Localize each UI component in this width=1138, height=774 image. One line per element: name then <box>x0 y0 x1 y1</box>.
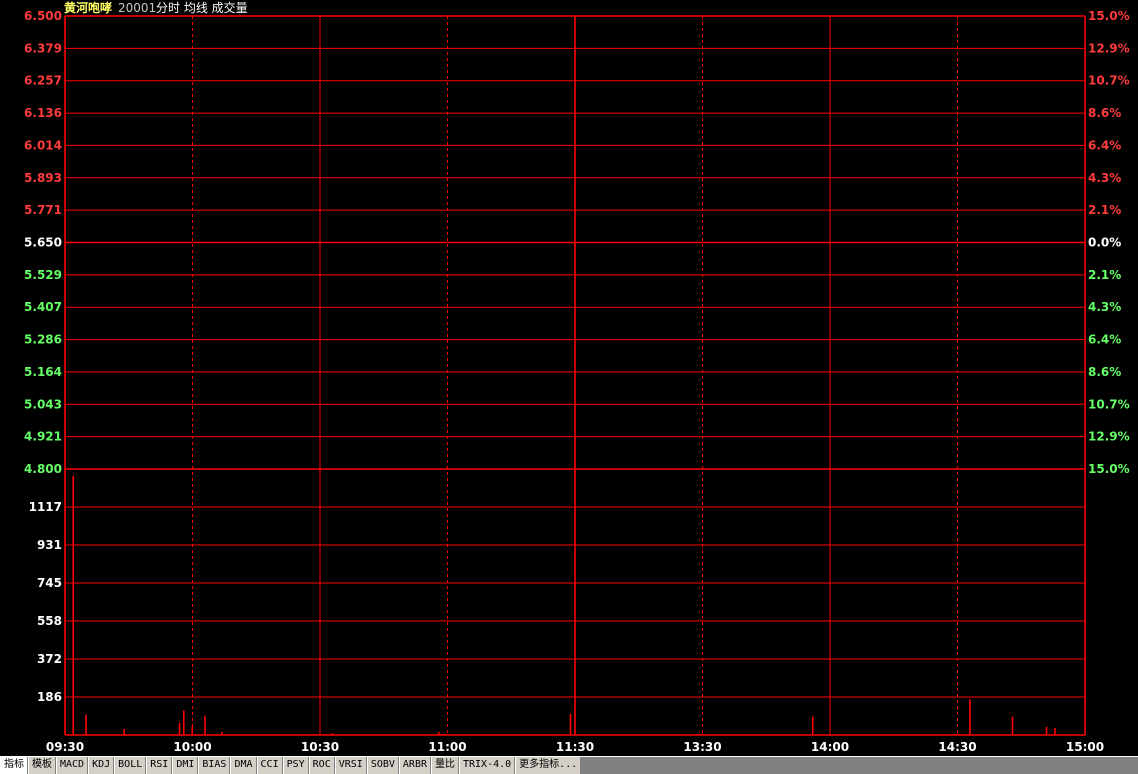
tab-8[interactable]: BIAS <box>198 757 231 774</box>
indicator-list: 分时 均线 成交量 <box>156 0 248 15</box>
time-tick-label: 14:30 <box>938 740 976 754</box>
percent-tick-label: 8.6% <box>1088 365 1121 379</box>
volume-tick-label: 558 <box>37 614 62 628</box>
time-tick-label: 14:00 <box>811 740 849 754</box>
price-tick-label: 6.136 <box>24 106 62 120</box>
percent-tick-label: 6.4% <box>1088 333 1121 347</box>
percent-tick-label: 2.1% <box>1088 203 1121 217</box>
price-tick-label: 6.257 <box>24 74 62 88</box>
price-tick-label: 6.500 <box>24 9 62 23</box>
volume-tick-label: 1117 <box>29 500 62 514</box>
tab-12[interactable]: ROC <box>308 757 335 774</box>
tab-13[interactable]: VRSI <box>334 757 367 774</box>
price-tick-label: 5.893 <box>24 171 62 185</box>
price-tick-label: 5.043 <box>24 397 62 411</box>
chart-header: 黄河咆哮 20001 分时 均线 成交量 <box>64 0 248 15</box>
percent-tick-label: 15.0% <box>1088 462 1130 476</box>
percent-tick-label: 8.6% <box>1088 106 1121 120</box>
tab-bar-filler <box>581 757 1138 774</box>
stock-code: 20001 <box>118 1 156 15</box>
tab-15[interactable]: ARBR <box>398 757 431 774</box>
indicator-tab-bar: 指标 模板 MACD KDJ BOLL RSI DMI BIAS DMA CCI PSY ROC VRS… <box>0 756 1138 774</box>
tab-5[interactable]: BOLL <box>114 757 147 774</box>
volume-bars <box>72 475 1056 735</box>
percent-tick-label: 12.9% <box>1088 41 1130 55</box>
price-tick-label: 5.529 <box>24 268 62 282</box>
percent-tick-label: 2.1% <box>1088 268 1121 282</box>
time-tick-label: 10:00 <box>173 740 211 754</box>
time-tick-label: 13:30 <box>683 740 721 754</box>
tab-10[interactable]: CCI <box>256 757 283 774</box>
tab-4[interactable]: KDJ <box>88 757 115 774</box>
tab-16[interactable]: 量比 <box>431 757 459 774</box>
tab-6[interactable]: RSI <box>146 757 173 774</box>
percent-tick-label: 6.4% <box>1088 138 1121 152</box>
percent-tick-label: 15.0% <box>1088 9 1130 23</box>
volume-tick-label: 186 <box>37 690 62 704</box>
price-tick-label: 6.379 <box>24 41 62 55</box>
volume-tick-label: 372 <box>37 652 62 666</box>
tab-1[interactable]: 指标 <box>0 757 28 774</box>
tab-18[interactable]: 更多指标... <box>515 757 582 774</box>
tab-2[interactable]: 模板 <box>28 757 56 774</box>
intraday-chart[interactable]: 6.500 15.0% 6.379 12.9% 6.257 10.7% 6.136 8.6% 6… <box>0 0 1138 756</box>
time-tick-label: 15:00 <box>1066 740 1104 754</box>
volume-tick-label: 745 <box>37 576 62 590</box>
time-tick-label: 11:30 <box>556 740 594 754</box>
price-tick-label: 5.407 <box>24 300 62 314</box>
time-tick-label: 09:30 <box>46 740 84 754</box>
price-tick-label: 4.921 <box>24 430 62 444</box>
tab-17[interactable]: TRIX-4.0 <box>459 757 516 774</box>
price-tick-label: 5.286 <box>24 333 62 347</box>
time-tick-label: 11:00 <box>428 740 466 754</box>
percent-tick-label: 4.3% <box>1088 171 1121 185</box>
tab-11[interactable]: PSY <box>282 757 309 774</box>
volume-tick-label: 931 <box>37 538 62 552</box>
tab-3[interactable]: MACD <box>56 757 89 774</box>
tab-14[interactable]: SOBV <box>366 757 399 774</box>
chart-grid <box>64 15 1086 736</box>
percent-tick-label: 10.7% <box>1088 74 1130 88</box>
percent-tick-label: 12.9% <box>1088 430 1130 444</box>
price-tick-label: 4.800 <box>24 462 62 476</box>
price-tick-label: 5.771 <box>24 203 62 217</box>
tab-7[interactable]: DMI <box>172 757 199 774</box>
axis-labels: 6.500 15.0% 6.379 12.9% 6.257 10.7% 6.136 8.6% 6… <box>24 9 1130 754</box>
price-tick-label: 5.650 <box>24 236 62 250</box>
time-tick-label: 10:30 <box>301 740 339 754</box>
tab-9[interactable]: DMA <box>230 757 257 774</box>
price-tick-label: 6.014 <box>24 138 62 152</box>
percent-tick-label: 10.7% <box>1088 397 1130 411</box>
price-tick-label: 5.164 <box>24 365 62 379</box>
percent-tick-label: 0.0% <box>1088 236 1121 250</box>
percent-tick-label: 4.3% <box>1088 300 1121 314</box>
stock-name: 黄河咆哮 <box>64 0 112 15</box>
